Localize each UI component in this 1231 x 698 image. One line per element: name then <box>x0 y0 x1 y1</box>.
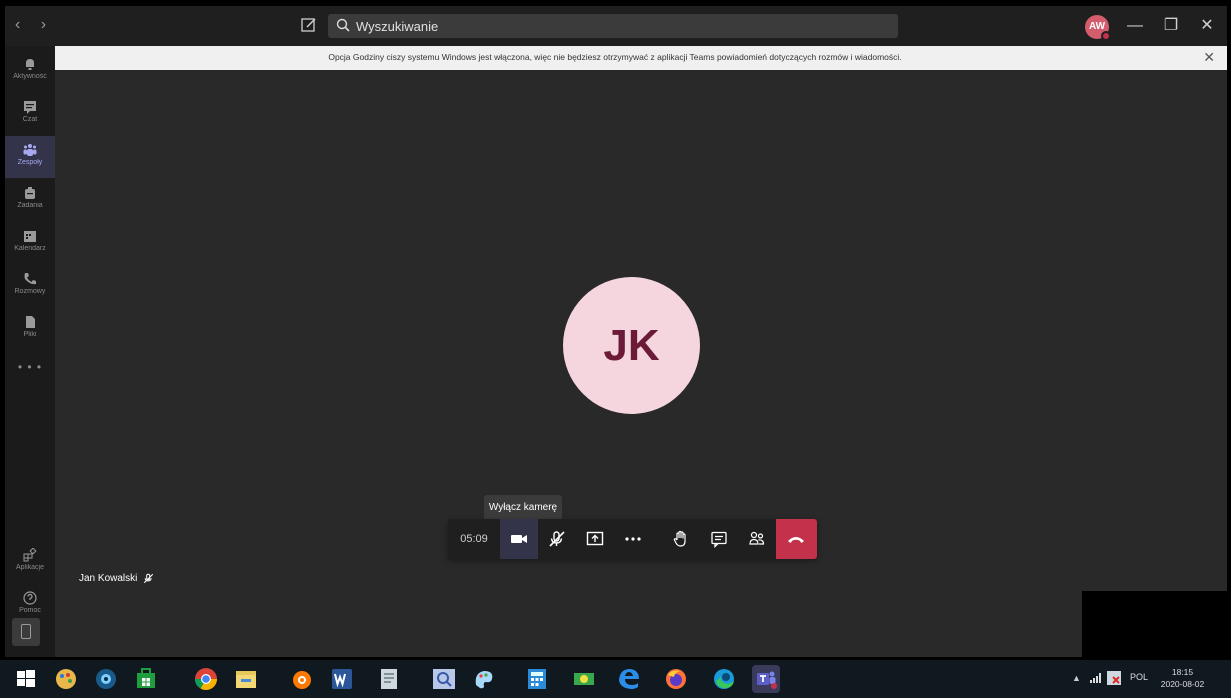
rail-item-label: Pomoc <box>19 607 41 614</box>
more-apps-button[interactable]: • • • <box>5 360 55 374</box>
banner-close-button[interactable]: ✕ <box>1203 49 1215 66</box>
chat-button[interactable] <box>700 519 738 559</box>
firefox-icon[interactable] <box>662 665 690 693</box>
bell-icon <box>26 59 34 70</box>
banner-message: Opcja Godziny ciszy systemu Windows jest… <box>328 52 902 62</box>
rail-item-label: Czat <box>22 116 38 123</box>
file-explorer-icon[interactable] <box>232 665 260 693</box>
raise-hand-button[interactable] <box>662 519 700 559</box>
search-app-icon[interactable] <box>430 665 458 693</box>
paint3d-icon[interactable] <box>470 665 498 693</box>
input-language[interactable]: POL <box>1130 672 1148 682</box>
minimize-button[interactable]: — <box>1123 14 1147 38</box>
store-icon[interactable] <box>132 665 160 693</box>
self-video-preview <box>1082 591 1227 657</box>
forward-button[interactable]: › <box>41 16 54 33</box>
conversation-icon <box>711 531 727 548</box>
camera-tooltip: Wyłącz kamerę <box>484 495 562 526</box>
hang-up-icon <box>788 537 804 543</box>
rail-item-calls[interactable]: Rozmowy <box>5 265 55 307</box>
rail-item-label: Rozmowy <box>14 288 46 295</box>
hand-icon <box>673 530 686 547</box>
assignments-icon <box>25 187 35 199</box>
rail-item-activity[interactable]: Aktywność <box>5 50 55 92</box>
search-icon <box>336 18 352 34</box>
user-avatar[interactable]: AW <box>1085 15 1111 41</box>
system-clock[interactable]: 18:15 2020-08-02 <box>1155 666 1210 690</box>
teams-icon <box>23 144 37 156</box>
participant-name-label: Jan Kowalski <box>79 573 154 584</box>
rail-item-label: Pliki <box>23 331 37 338</box>
rail-item-label: Zespoły <box>17 159 43 166</box>
hang-up-button[interactable] <box>776 519 817 559</box>
camera-button[interactable] <box>500 519 538 559</box>
mic-muted-icon <box>143 573 154 584</box>
file-icon <box>26 316 35 328</box>
mic-off-icon <box>549 531 565 547</box>
rail-item-calendar[interactable]: Kalendarz <box>5 222 55 264</box>
windows-taskbar: ▲ POL 18:15 2020-08-02 <box>0 660 1231 698</box>
chat-icon <box>24 101 36 114</box>
clock-date: 2020-08-02 <box>1160 679 1205 689</box>
share-screen-icon <box>586 531 604 546</box>
restore-button[interactable]: ❐ <box>1159 14 1183 38</box>
search-input[interactable] <box>356 14 886 38</box>
mic-button[interactable] <box>538 519 576 559</box>
action-center-flag-icon[interactable] <box>1107 671 1121 685</box>
title-bar: ‹ › AW — ❐ ✕ <box>5 6 1227 46</box>
rail-item-assignments[interactable]: Zadania <box>5 179 55 221</box>
rail-item-label: Aktywność <box>13 73 47 80</box>
quiet-hours-banner: Opcja Godziny ciszy systemu Windows jest… <box>55 46 1227 70</box>
rail-item-teams[interactable]: Zespoły <box>5 136 55 178</box>
rail-item-label: Aplikacje <box>15 564 44 571</box>
word-icon[interactable] <box>328 665 356 693</box>
close-button[interactable]: ✕ <box>1195 14 1219 38</box>
participants-icon <box>749 531 765 545</box>
edge-legacy-icon[interactable] <box>615 665 643 693</box>
money-icon[interactable] <box>570 665 598 693</box>
webcam-icon[interactable] <box>92 665 120 693</box>
tray-expand-button[interactable]: ▲ <box>1072 673 1081 683</box>
share-button[interactable] <box>576 519 614 559</box>
teams-icon[interactable] <box>752 665 780 693</box>
help-icon <box>23 591 37 605</box>
search-box[interactable] <box>328 14 898 38</box>
status-busy-icon <box>1101 31 1111 41</box>
call-controls: 05:09 <box>448 519 817 559</box>
more-actions-button[interactable] <box>614 519 652 559</box>
network-icon[interactable] <box>1090 673 1102 683</box>
phone-icon <box>24 273 36 285</box>
history-nav: ‹ › <box>15 16 54 34</box>
camera-icon <box>511 535 527 543</box>
edge-icon[interactable] <box>710 665 738 693</box>
chrome-icon[interactable] <box>192 665 220 693</box>
device-icon[interactable] <box>12 618 40 646</box>
notepad-icon[interactable] <box>375 665 403 693</box>
paint-icon[interactable] <box>52 665 80 693</box>
clock-time: 18:15 <box>1171 667 1194 677</box>
calendar-icon <box>24 231 36 242</box>
rail-item-apps[interactable]: Aplikacje <box>5 541 55 583</box>
teams-window: ‹ › AW — ❐ ✕ Aktywność Czat <box>5 6 1227 657</box>
rail-item-files[interactable]: Pliki <box>5 308 55 350</box>
user-initials: AW <box>1088 21 1106 32</box>
apps-icon <box>23 548 37 562</box>
participant-name: Jan Kowalski <box>79 573 138 585</box>
rail-item-chat[interactable]: Czat <box>5 93 55 135</box>
new-chat-icon[interactable] <box>300 16 320 36</box>
avast-icon[interactable] <box>288 665 316 693</box>
calculator-icon[interactable] <box>523 665 551 693</box>
participant-avatar: JK <box>563 277 700 414</box>
back-button[interactable]: ‹ <box>15 16 28 33</box>
rail-item-label: Kalendarz <box>14 245 46 252</box>
rail-item-label: Zadania <box>17 202 43 209</box>
call-timer: 05:09 <box>460 533 488 545</box>
ellipsis-icon <box>625 537 641 541</box>
app-bar: Aktywność Czat Zespoły Zadania Kalendarz… <box>5 46 55 657</box>
windows-start-icon[interactable] <box>12 665 40 693</box>
participants-button[interactable] <box>738 519 776 559</box>
